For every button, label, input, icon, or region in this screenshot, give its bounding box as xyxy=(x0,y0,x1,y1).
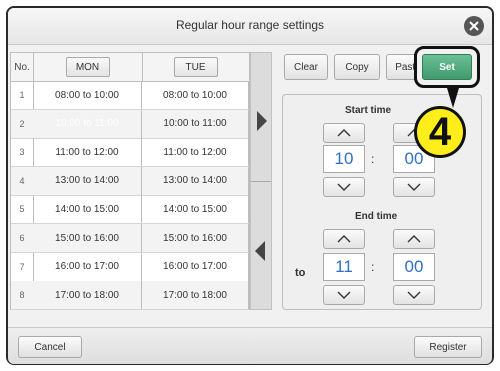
hour-range-table: No. MON TUE 1 08:00 to 10:00 08:00 to 10:0… xyxy=(10,52,250,311)
row-number: 4 xyxy=(11,166,34,195)
tue-time-cell[interactable]: 17:00 to 18:00 xyxy=(142,281,249,310)
scroll-divider xyxy=(251,181,271,182)
day-button-mon[interactable]: MON xyxy=(65,57,110,77)
tue-time-cell[interactable]: 13:00 to 14:00 xyxy=(142,166,249,195)
tue-time-cell[interactable]: 15:00 to 16:00 xyxy=(142,224,249,252)
row-number: 5 xyxy=(11,195,34,224)
mon-time-cell[interactable]: 13:00 to 14:00 xyxy=(33,166,142,195)
start-time-label: Start time xyxy=(345,105,392,116)
scroll-right-icon[interactable] xyxy=(257,111,267,131)
mon-time-cell[interactable]: 17:00 to 18:00 xyxy=(33,281,142,310)
mon-time-cell[interactable]: 11:00 to 12:00 xyxy=(33,138,142,167)
tue-time-cell[interactable]: 11:00 to 12:00 xyxy=(142,138,249,167)
close-button[interactable] xyxy=(464,16,484,36)
end-minute-up-button[interactable] xyxy=(393,229,435,249)
scroll-left-icon[interactable] xyxy=(255,241,265,261)
chevron-up-icon xyxy=(337,235,351,243)
table-row[interactable]: 6 15:00 to 16:00 15:00 to 16:00 xyxy=(11,224,249,253)
tue-time-cell[interactable]: 08:00 to 10:00 xyxy=(142,81,249,109)
cancel-button[interactable]: Cancel xyxy=(18,336,82,358)
mon-time-cell[interactable]: 08:00 to 10:00 xyxy=(33,81,142,109)
mon-column-header: MON xyxy=(33,53,143,81)
row-number: 2 xyxy=(11,109,34,138)
end-hour-down-button[interactable] xyxy=(323,285,365,305)
end-minute-down-button[interactable] xyxy=(393,285,435,305)
set-button-highlight: Set xyxy=(414,46,480,88)
chevron-down-icon xyxy=(337,183,351,191)
clear-button[interactable]: Clear xyxy=(284,54,328,80)
start-hour-down-button[interactable] xyxy=(323,177,365,197)
copy-button[interactable]: Copy xyxy=(334,54,380,80)
row-number: 3 xyxy=(11,138,34,167)
mon-time-cell[interactable]: 14:00 to 15:00 xyxy=(33,195,142,224)
table-header: No. MON TUE xyxy=(11,53,250,82)
chevron-up-icon xyxy=(337,129,351,137)
mon-time-cell[interactable]: 10:00 to 11:00 xyxy=(33,109,142,138)
table-row[interactable]: 7 16:00 to 17:00 16:00 to 17:00 xyxy=(11,252,249,282)
step-callout: 4 xyxy=(414,106,466,158)
chevron-down-icon xyxy=(337,291,351,299)
table-scroll-column xyxy=(250,52,272,310)
row-number: 1 xyxy=(11,81,34,109)
end-hour-value: 11 xyxy=(323,253,365,281)
row-number: 7 xyxy=(11,252,34,281)
start-hour-up-button[interactable] xyxy=(323,123,365,143)
table-row[interactable]: 1 08:00 to 10:00 08:00 to 10:00 xyxy=(11,81,249,110)
tue-time-cell[interactable]: 14:00 to 15:00 xyxy=(142,195,249,224)
callout-pointer xyxy=(447,88,459,108)
row-number: 8 xyxy=(11,281,34,310)
table-row[interactable]: 3 11:00 to 12:00 11:00 to 12:00 xyxy=(11,138,249,168)
register-button[interactable]: Register xyxy=(414,336,482,358)
no-column-header: No. xyxy=(11,53,34,81)
chevron-down-icon xyxy=(407,291,421,299)
table-row[interactable]: 4 13:00 to 14:00 13:00 to 14:00 xyxy=(11,166,249,196)
table-row[interactable]: 8 17:00 to 18:00 17:00 to 18:00 xyxy=(11,281,249,311)
end-hour-up-button[interactable] xyxy=(323,229,365,249)
start-hour-value: 10 xyxy=(323,145,365,173)
to-label: to xyxy=(295,267,306,279)
mon-time-cell[interactable]: 15:00 to 16:00 xyxy=(33,224,142,252)
tue-time-cell[interactable]: 10:00 to 11:00 xyxy=(142,109,249,138)
end-minute-value: 00 xyxy=(393,253,435,281)
end-time-label: End time xyxy=(355,211,398,222)
table-row[interactable]: 2 10:00 to 11:00 10:00 to 11:00 xyxy=(11,109,249,139)
end-time-colon: : xyxy=(371,260,375,274)
bottom-bar: Cancel Register xyxy=(8,327,492,364)
tue-time-cell[interactable]: 16:00 to 17:00 xyxy=(142,252,249,281)
chevron-up-icon xyxy=(407,235,421,243)
dialog-title: Regular hour range settings xyxy=(175,18,325,32)
tue-column-header: TUE xyxy=(142,53,250,81)
day-button-tue[interactable]: TUE xyxy=(173,57,218,77)
row-number: 6 xyxy=(11,224,34,252)
title-bar: Regular hour range settings xyxy=(8,8,492,45)
table-row[interactable]: 5 14:00 to 15:00 14:00 to 15:00 xyxy=(11,195,249,225)
start-time-colon: : xyxy=(371,152,375,166)
chevron-down-icon xyxy=(407,183,421,191)
close-icon xyxy=(469,21,479,31)
set-button[interactable]: Set xyxy=(422,54,472,80)
start-minute-down-button[interactable] xyxy=(393,177,435,197)
mon-time-cell[interactable]: 16:00 to 17:00 xyxy=(33,252,142,281)
